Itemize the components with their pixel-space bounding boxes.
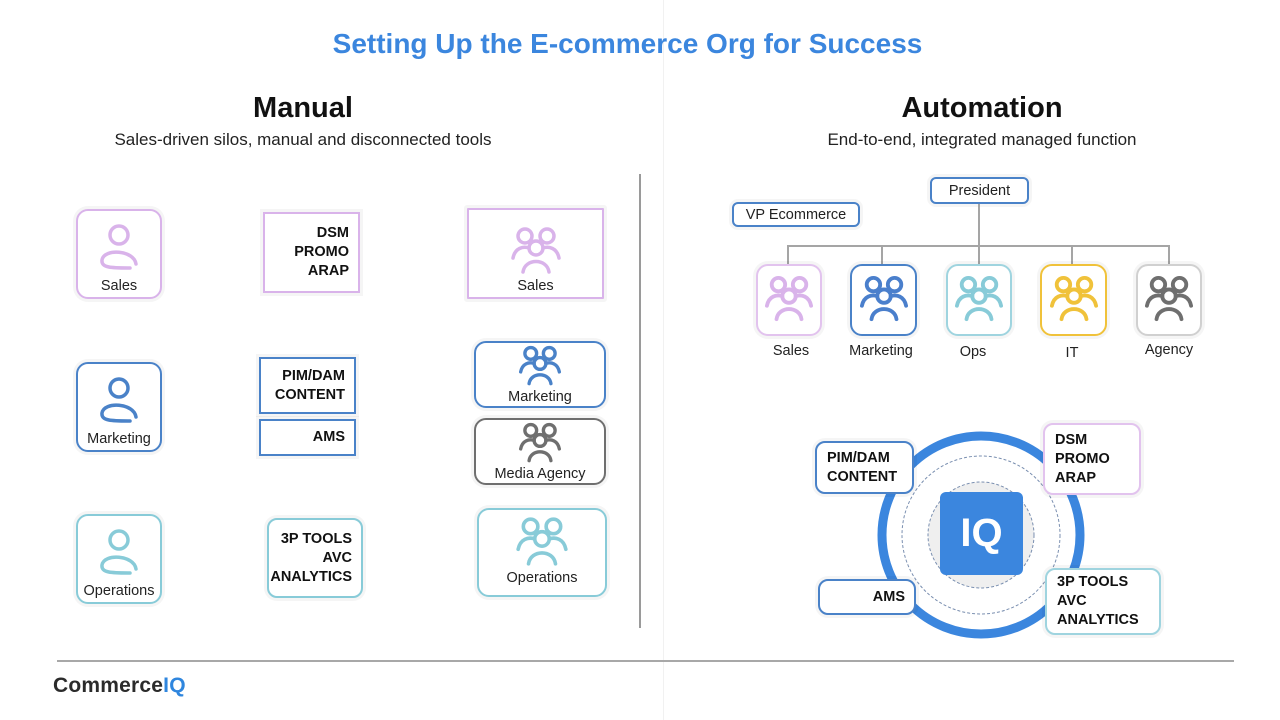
manual-tool-ams: AMS bbox=[259, 419, 356, 456]
org-connector-sales bbox=[787, 245, 789, 264]
group-icon bbox=[765, 275, 813, 322]
section-divider bbox=[639, 174, 641, 628]
tool-line: CONTENT bbox=[274, 386, 345, 403]
tool-line: PROMO bbox=[1055, 450, 1110, 467]
background-divider bbox=[663, 0, 664, 720]
hub-tool-3p-tools: 3P TOOLS AVC ANALYTICS bbox=[1045, 568, 1161, 635]
org-team-card-marketing bbox=[850, 264, 917, 336]
manual-person-card-sales: Sales bbox=[76, 209, 162, 299]
org-team-label-agency: Agency bbox=[1144, 342, 1194, 358]
tool-line: ANALYTICS bbox=[270, 568, 352, 585]
team-label: Operations bbox=[506, 570, 578, 586]
manual-tool-pim-dam: PIM/DAM CONTENT bbox=[259, 357, 356, 414]
automation-subheading: End-to-end, integrated managed function bbox=[827, 130, 1137, 149]
team-label: Media Agency bbox=[494, 466, 586, 482]
manual-heading: Manual bbox=[253, 92, 353, 124]
manual-team-card-operations: Operations bbox=[477, 508, 607, 597]
tool-line: AMS bbox=[312, 429, 345, 445]
tool-line: DSM bbox=[1055, 431, 1088, 448]
group-icon bbox=[516, 517, 568, 566]
group-icon bbox=[1144, 275, 1193, 322]
org-team-label-ops: Ops bbox=[959, 344, 987, 360]
manual-tool-3p-tools: 3P TOOLS AVC ANALYTICS bbox=[267, 518, 363, 598]
hub-tool-pim-dam: PIM/DAM CONTENT bbox=[815, 441, 914, 494]
hub-tool-dsm-promo-arap: DSM PROMO ARAP bbox=[1043, 423, 1141, 495]
org-connector-it bbox=[1071, 245, 1073, 264]
tool-line: PIM/DAM bbox=[827, 449, 890, 466]
automation-heading: Automation bbox=[901, 92, 1063, 124]
team-label: Sales bbox=[517, 278, 554, 294]
team-label: Marketing bbox=[508, 389, 572, 405]
president-box: President bbox=[930, 177, 1029, 204]
group-icon bbox=[519, 345, 561, 386]
tool-line: 3P TOOLS bbox=[1057, 574, 1129, 590]
tool-line: PROMO bbox=[294, 244, 349, 260]
tool-line: PIM/DAM bbox=[282, 367, 345, 384]
vp-ecommerce-box: VP Ecommerce bbox=[732, 202, 860, 227]
tool-line: AVC bbox=[1057, 593, 1087, 609]
tool-line: 3P TOOLS bbox=[280, 530, 352, 547]
org-connector-marketing bbox=[881, 245, 883, 264]
group-icon bbox=[955, 275, 1003, 322]
person-label: Operations bbox=[83, 583, 155, 599]
manual-subheading: Sales-driven silos, manual and disconnec… bbox=[114, 130, 492, 149]
tool-line: ARAP bbox=[1055, 469, 1097, 486]
tool-line: AMS bbox=[872, 588, 905, 605]
group-icon bbox=[1049, 275, 1098, 322]
commerceiq-logo: CommerceIQ bbox=[53, 674, 186, 698]
org-team-card-agency bbox=[1136, 264, 1202, 336]
tool-line: ARAP bbox=[307, 263, 349, 279]
manual-team-card-marketing: Marketing bbox=[474, 341, 606, 408]
manual-tool-dsm-promo-arap: DSM PROMO ARAP bbox=[263, 212, 360, 293]
org-team-card-sales bbox=[756, 264, 822, 336]
hub-tool-ams: AMS bbox=[818, 579, 916, 615]
person-label: Sales bbox=[100, 278, 138, 294]
iq-hub-logo: IQ bbox=[940, 492, 1023, 575]
org-team-label-sales: Sales bbox=[772, 343, 810, 359]
org-connector-ops bbox=[978, 245, 980, 264]
logo-accent: IQ bbox=[163, 674, 186, 697]
person-icon bbox=[100, 529, 138, 575]
org-team-card-it bbox=[1040, 264, 1107, 336]
tool-line: CONTENT bbox=[827, 468, 898, 485]
logo-text: Commerce bbox=[53, 674, 164, 697]
person-label: Marketing bbox=[87, 431, 151, 447]
tool-line: AVC bbox=[322, 549, 352, 566]
tool-line: DSM bbox=[316, 225, 349, 241]
manual-person-card-marketing: Marketing bbox=[76, 362, 162, 452]
manual-team-card-media-agency: Media Agency bbox=[474, 418, 606, 485]
group-icon bbox=[519, 422, 561, 463]
org-connector-agency bbox=[1168, 245, 1170, 264]
org-team-label-it: IT bbox=[1065, 345, 1079, 361]
org-connector-vertical bbox=[978, 204, 980, 247]
person-icon bbox=[100, 377, 138, 423]
org-team-label-marketing: Marketing bbox=[849, 343, 913, 359]
footer-divider bbox=[57, 660, 1234, 662]
org-team-card-ops bbox=[946, 264, 1012, 336]
manual-team-card-sales: Sales bbox=[467, 208, 604, 299]
tool-line: ANALYTICS bbox=[1057, 612, 1139, 628]
group-icon bbox=[859, 275, 908, 322]
person-icon bbox=[100, 224, 138, 270]
manual-person-card-operations: Operations bbox=[76, 514, 162, 604]
slide-title: Setting Up the E-commerce Org for Succes… bbox=[332, 28, 923, 59]
group-icon bbox=[510, 227, 561, 274]
